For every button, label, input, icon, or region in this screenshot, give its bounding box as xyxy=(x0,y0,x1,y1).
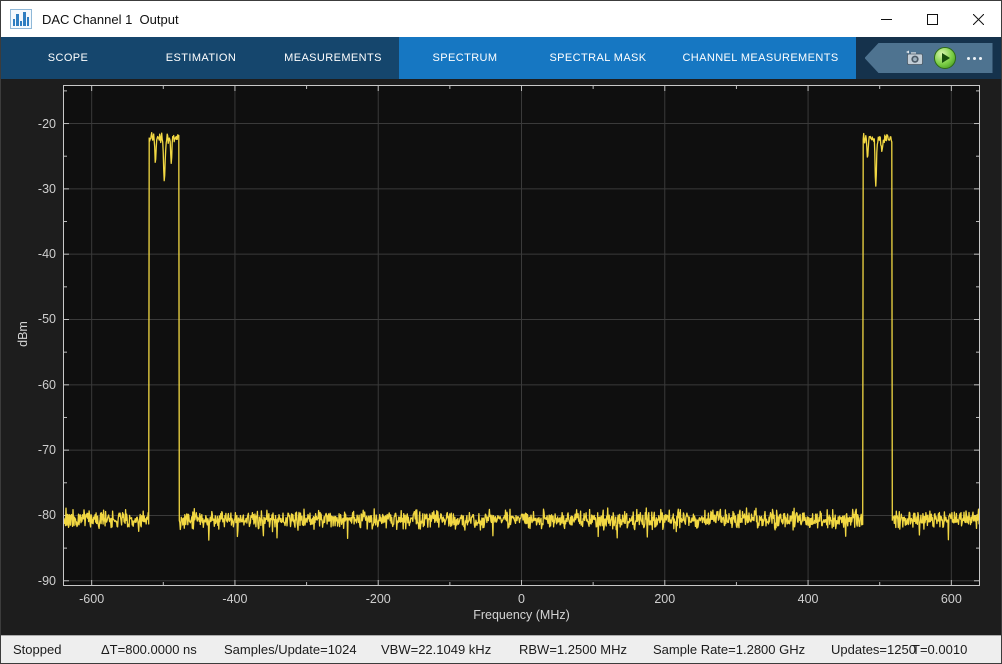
spectrum-axes[interactable]: Frequency (MHz) dBm -600-400-20002004006… xyxy=(63,85,980,586)
tab-estimation[interactable]: ESTIMATION xyxy=(135,37,267,79)
status-time: T=0.0010 xyxy=(912,636,967,663)
status-updates: Updates=1250 xyxy=(831,636,916,663)
x-tick-label: -200 xyxy=(366,592,391,606)
title-bar[interactable]: DAC Channel 1 Output xyxy=(1,1,1001,37)
play-triangle xyxy=(942,53,950,63)
spectrum-plot xyxy=(63,85,980,586)
y-tick-label: -90 xyxy=(38,574,56,588)
tab-group-contextual: SPECTRUM SPECTRAL MASK CHANNEL MEASUREME… xyxy=(399,37,856,79)
status-vbw: VBW=22.1049 kHz xyxy=(381,636,491,663)
y-tick-label: -30 xyxy=(38,182,56,196)
status-rbw: RBW=1.2500 MHz xyxy=(519,636,627,663)
y-tick-label: -60 xyxy=(38,378,56,392)
x-tick-label: 200 xyxy=(654,592,675,606)
tab-scope[interactable]: SCOPE xyxy=(1,37,135,79)
maximize-icon xyxy=(927,14,938,25)
ellipsis-icon[interactable] xyxy=(965,53,984,64)
minimize-button[interactable] xyxy=(863,1,909,37)
close-button[interactable] xyxy=(955,1,1001,37)
x-tick-label: -600 xyxy=(79,592,104,606)
scope-window: DAC Channel 1 Output SCOPE ESTIMA xyxy=(0,0,1002,664)
tab-group-main: SCOPE ESTIMATION MEASUREMENTS xyxy=(1,37,399,79)
x-tick-label: 0 xyxy=(518,592,525,606)
status-sample-rate: Sample Rate=1.2800 GHz xyxy=(653,636,805,663)
y-tick-label: -40 xyxy=(38,247,56,261)
quick-controls-chip xyxy=(865,43,993,73)
figure-area: Frequency (MHz) dBm -600 -400 -200 0 200 400 6… xyxy=(1,79,1001,635)
camera-icon[interactable] xyxy=(905,50,925,66)
maximize-button[interactable] xyxy=(909,1,955,37)
quick-controls-panel xyxy=(856,37,1001,79)
x-tick-label: 400 xyxy=(798,592,819,606)
window-title: DAC Channel 1 Output xyxy=(42,12,179,27)
y-tick-label: -20 xyxy=(38,117,56,131)
tab-measurements[interactable]: MEASUREMENTS xyxy=(267,37,399,79)
y-tick-label: -80 xyxy=(38,508,56,522)
x-axis-label: Frequency (MHz) xyxy=(63,608,980,622)
window-controls xyxy=(863,1,1001,37)
x-tick-label: 600 xyxy=(941,592,962,606)
close-icon xyxy=(973,14,984,25)
minimize-icon xyxy=(881,14,892,25)
status-delta-t: ΔT=800.0000 ns xyxy=(101,636,197,663)
y-tick-label: -70 xyxy=(38,443,56,457)
x-tick-label: -400 xyxy=(222,592,247,606)
y-axis-label: dBm xyxy=(16,304,30,364)
tab-spectral-mask[interactable]: SPECTRAL MASK xyxy=(531,37,665,79)
status-run-state: Stopped xyxy=(13,636,61,663)
status-bar: Stopped ΔT=800.0000 ns Samples/Update=10… xyxy=(1,635,1001,663)
toolstrip: SCOPE ESTIMATION MEASUREMENTS SPECTRUM S… xyxy=(1,37,1001,79)
bar-chart-icon xyxy=(10,9,32,29)
y-tick-label: -50 xyxy=(38,312,56,326)
tab-channel-measurements[interactable]: CHANNEL MEASUREMENTS xyxy=(665,37,856,79)
tab-spectrum[interactable]: SPECTRUM xyxy=(399,37,531,79)
play-icon[interactable] xyxy=(934,47,956,69)
status-samples-update: Samples/Update=1024 xyxy=(224,636,357,663)
